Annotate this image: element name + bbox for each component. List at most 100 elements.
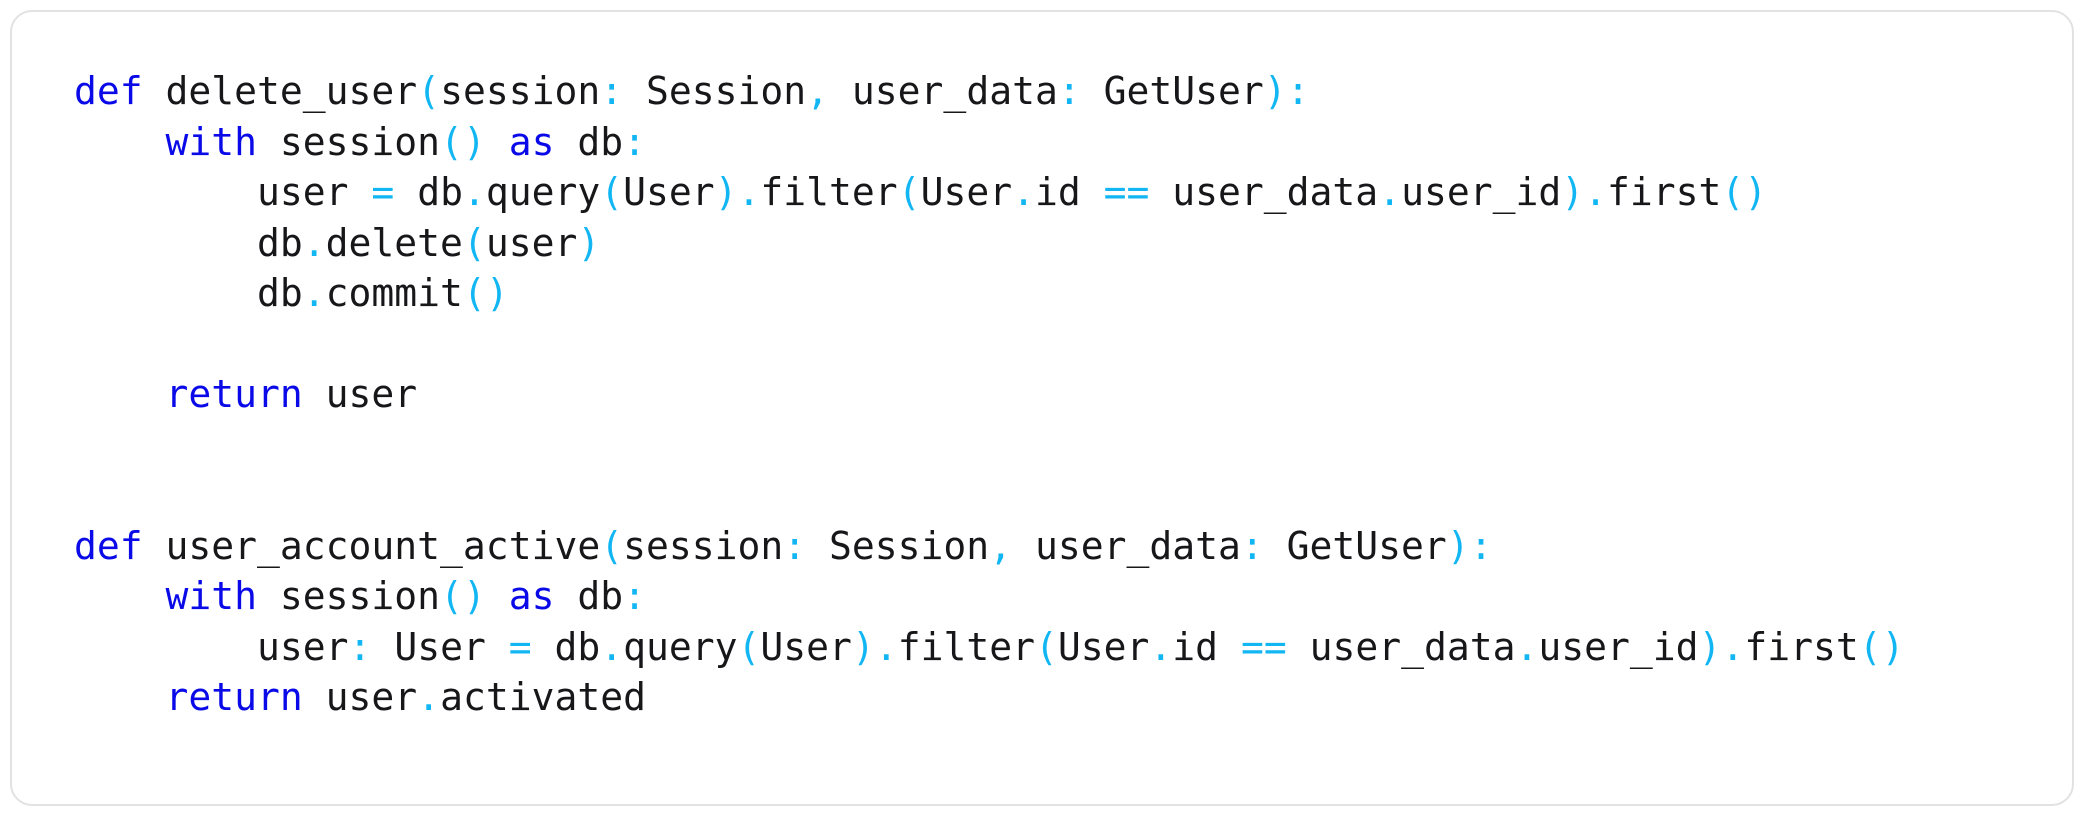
code-token: session	[257, 119, 441, 164]
code-token: .	[1584, 170, 1608, 214]
code-line: return user.activated	[74, 672, 2012, 723]
code-token: ==	[1240, 624, 1287, 669]
code-token: as	[508, 119, 555, 164]
code-token: (	[737, 624, 761, 669]
code-line: db.commit()	[74, 268, 2012, 319]
code-token: :	[348, 624, 372, 669]
code-token: (	[600, 170, 624, 214]
code-token: first	[1744, 624, 1859, 669]
code-token: db	[531, 624, 601, 669]
code-token: user_id	[1401, 170, 1562, 214]
code-token: .	[874, 624, 898, 669]
code-token: (	[1035, 624, 1058, 669]
code-line: user = db.query(User).filter(User.id == …	[74, 167, 2012, 218]
code-line: with session() as db:	[74, 571, 2012, 622]
code-token: def	[74, 69, 143, 113]
code-token: (	[462, 220, 486, 265]
code-token: :	[1240, 523, 1264, 568]
code-token: db	[74, 220, 303, 265]
code-token: user_data	[829, 69, 1058, 113]
code-token: User	[760, 624, 852, 669]
code-token: )	[714, 170, 738, 214]
code-token: :	[600, 69, 624, 113]
code-token: .	[302, 220, 326, 265]
code-line: with session() as db:	[74, 117, 2012, 168]
code-token: user_data	[1286, 624, 1516, 669]
code-token: filter	[897, 624, 1035, 669]
code-token: ,	[989, 523, 1013, 568]
code-token: GetUser	[1263, 523, 1447, 568]
code-token: User	[371, 624, 509, 669]
code-token: session	[623, 523, 784, 568]
code-token: :	[783, 523, 807, 568]
code-token: db	[554, 574, 624, 618]
code-token: user	[485, 220, 578, 265]
code-token: :	[1286, 69, 1310, 113]
code-token: db	[74, 271, 303, 315]
code-token: :	[1057, 69, 1081, 113]
code-block[interactable]: def delete_user(session: Session, user_d…	[74, 66, 2012, 723]
code-token: ,	[806, 69, 830, 113]
code-token: session	[440, 69, 601, 113]
code-token: )	[1698, 624, 1722, 669]
code-token: user_data	[1149, 170, 1379, 214]
code-token: =	[371, 170, 395, 214]
code-token: ()	[440, 119, 486, 164]
code-token: .	[417, 675, 441, 719]
code-token: .	[462, 170, 486, 214]
code-token: commit	[325, 271, 463, 315]
code-token: .	[737, 170, 761, 214]
code-token: query	[623, 624, 738, 669]
code-token: user	[74, 170, 372, 214]
code-token: filter	[760, 170, 898, 214]
code-token: user	[74, 624, 349, 669]
code-token: Session	[623, 69, 807, 113]
code-token: user_data	[1012, 523, 1241, 568]
code-token: )	[1263, 69, 1287, 113]
code-token: ()	[440, 574, 486, 618]
code-token: ==	[1103, 170, 1150, 214]
code-token: with	[165, 119, 258, 164]
code-line: def delete_user(session: Session, user_d…	[74, 66, 2012, 117]
code-token: db	[394, 170, 463, 214]
code-token: )	[851, 624, 875, 669]
code-token: :	[623, 119, 647, 164]
code-token: )	[577, 220, 601, 265]
code-token: as	[508, 574, 555, 618]
code-line: return user	[74, 369, 2012, 420]
code-token: Session	[806, 523, 990, 568]
code-token: )	[1561, 170, 1585, 214]
code-token: first	[1607, 170, 1722, 214]
code-token: .	[600, 624, 624, 669]
code-token: return	[165, 372, 303, 416]
code-token: user_id	[1538, 624, 1699, 669]
code-token: query	[485, 170, 601, 214]
code-token: session	[257, 574, 441, 618]
code-token: :	[1469, 523, 1493, 568]
code-line: db.delete(user)	[74, 218, 2012, 269]
code-token: return	[165, 675, 303, 719]
code-token: with	[165, 574, 258, 618]
code-token: :	[623, 574, 647, 618]
code-token: ()	[1721, 170, 1768, 214]
code-token: id	[1172, 624, 1241, 669]
code-token: GetUser	[1080, 69, 1264, 113]
code-token: delete_user	[142, 69, 418, 113]
code-token: .	[1721, 624, 1745, 669]
code-token: )	[1446, 523, 1470, 568]
code-token: db	[554, 119, 624, 164]
code-line: user: User = db.query(User).filter(User.…	[74, 622, 2012, 673]
code-token: User	[623, 170, 715, 214]
code-token: (	[417, 69, 441, 113]
code-token: User	[920, 170, 1013, 214]
code-token: def	[74, 523, 143, 568]
code-token: .	[1149, 624, 1173, 669]
